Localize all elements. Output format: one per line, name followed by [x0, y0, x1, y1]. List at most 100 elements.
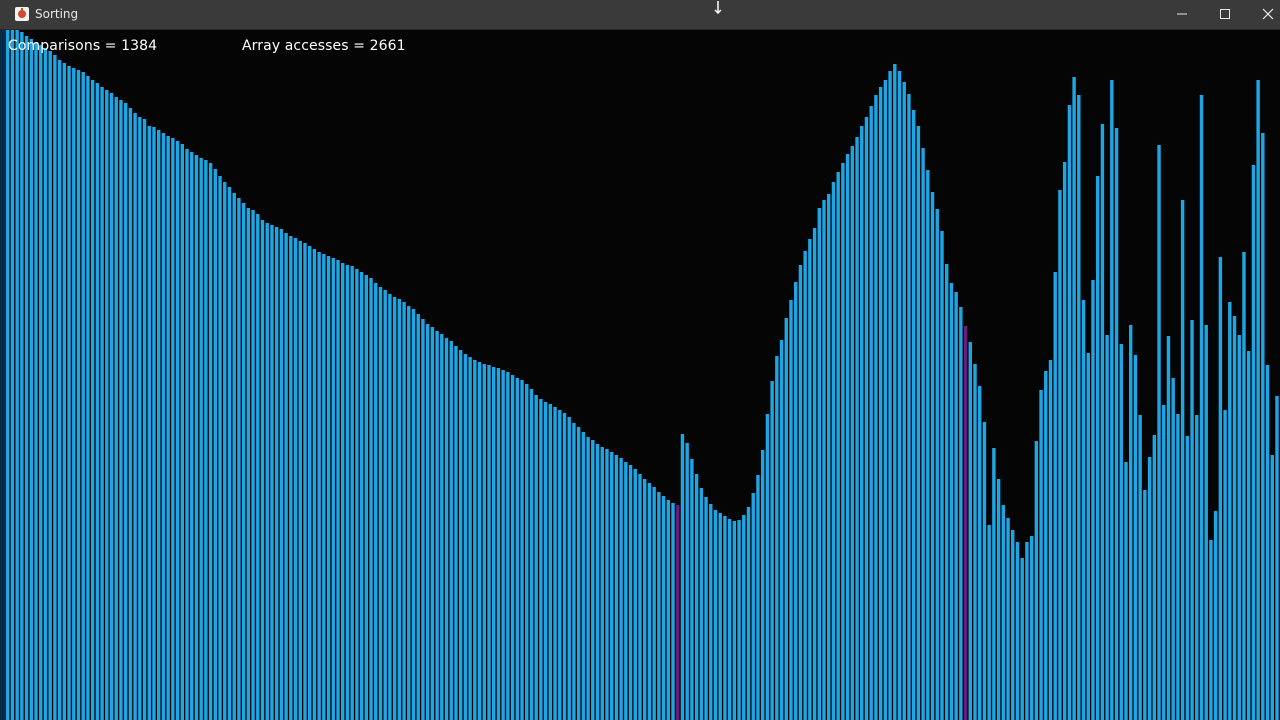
bar [822, 200, 826, 720]
bar [638, 474, 642, 720]
bar [793, 282, 798, 720]
bar [81, 72, 85, 720]
bar [944, 264, 949, 720]
bar [562, 413, 567, 720]
bar [454, 346, 458, 720]
bar [1209, 540, 1213, 720]
bar [893, 64, 897, 720]
bar [525, 384, 529, 720]
bar [402, 302, 406, 720]
bar [1176, 414, 1180, 720]
bar [628, 465, 633, 720]
bar [1157, 145, 1161, 720]
bar [171, 138, 175, 720]
bar [968, 342, 972, 720]
bar [190, 152, 194, 720]
bar [1034, 441, 1039, 720]
bar [133, 113, 137, 720]
bar [751, 493, 755, 720]
bar [789, 300, 793, 720]
bar [1256, 80, 1260, 720]
minimize-button[interactable] [1161, 0, 1204, 29]
window-title: Sorting [35, 7, 79, 21]
bar [123, 103, 128, 720]
bar [888, 71, 892, 720]
bar [779, 340, 784, 720]
bar [336, 260, 340, 720]
bar [1166, 336, 1171, 720]
bar [1246, 351, 1251, 720]
bar [1062, 162, 1067, 720]
bar [718, 513, 722, 720]
bar [482, 364, 486, 720]
bar [874, 95, 878, 720]
bar [477, 362, 482, 720]
bar [20, 32, 24, 720]
bar [1044, 371, 1048, 720]
bar [138, 117, 142, 720]
bar [926, 170, 930, 720]
bar [29, 39, 34, 720]
bar [57, 60, 62, 720]
bar [1152, 435, 1157, 720]
maximize-button[interactable] [1204, 0, 1247, 29]
sorting-canvas: Comparisons = 1384 Array accesses = 2661 [0, 30, 1280, 720]
bar [1091, 280, 1095, 720]
minimize-icon [1177, 13, 1187, 15]
bar [685, 443, 689, 720]
bar [812, 228, 817, 720]
bar [237, 198, 241, 720]
bar [756, 475, 760, 720]
bar [1072, 77, 1076, 720]
bar [770, 381, 774, 720]
bar [860, 126, 864, 720]
bar [388, 294, 392, 720]
bar [529, 389, 534, 720]
bar [902, 82, 906, 720]
bar [473, 360, 477, 720]
bar [128, 108, 133, 720]
bar [364, 275, 369, 720]
bar [307, 246, 312, 720]
bar [1199, 95, 1204, 720]
bar [1213, 511, 1218, 720]
bar [425, 324, 430, 720]
bar-chart [6, 30, 1279, 720]
bar [43, 48, 48, 720]
bar [1025, 542, 1029, 720]
bar [341, 263, 345, 720]
bar [883, 80, 888, 720]
bar [543, 402, 548, 720]
close-icon [1262, 8, 1274, 20]
bar [548, 404, 553, 720]
bar [100, 87, 104, 720]
bar [213, 169, 218, 720]
bar-highlighted [963, 326, 968, 720]
bar [713, 510, 718, 720]
bar [166, 136, 170, 720]
bar [251, 210, 255, 720]
bar [397, 299, 402, 720]
bar [831, 182, 836, 720]
bar [1114, 128, 1119, 720]
bar [534, 395, 538, 720]
bar [591, 440, 595, 720]
bar [53, 55, 57, 720]
bar [864, 117, 869, 720]
bar [72, 68, 76, 720]
bar [1171, 378, 1175, 720]
bar [180, 144, 185, 720]
bar [506, 372, 510, 720]
bar [430, 327, 435, 720]
bar [298, 241, 302, 720]
bar [723, 516, 727, 720]
bar [246, 208, 251, 720]
bar [1218, 257, 1223, 720]
bar [643, 479, 647, 720]
bar [845, 154, 850, 720]
close-button[interactable] [1247, 0, 1280, 29]
title-bar[interactable]: Sorting [0, 0, 1280, 30]
bar [982, 422, 987, 720]
bar [1067, 105, 1072, 720]
bar [539, 399, 543, 720]
